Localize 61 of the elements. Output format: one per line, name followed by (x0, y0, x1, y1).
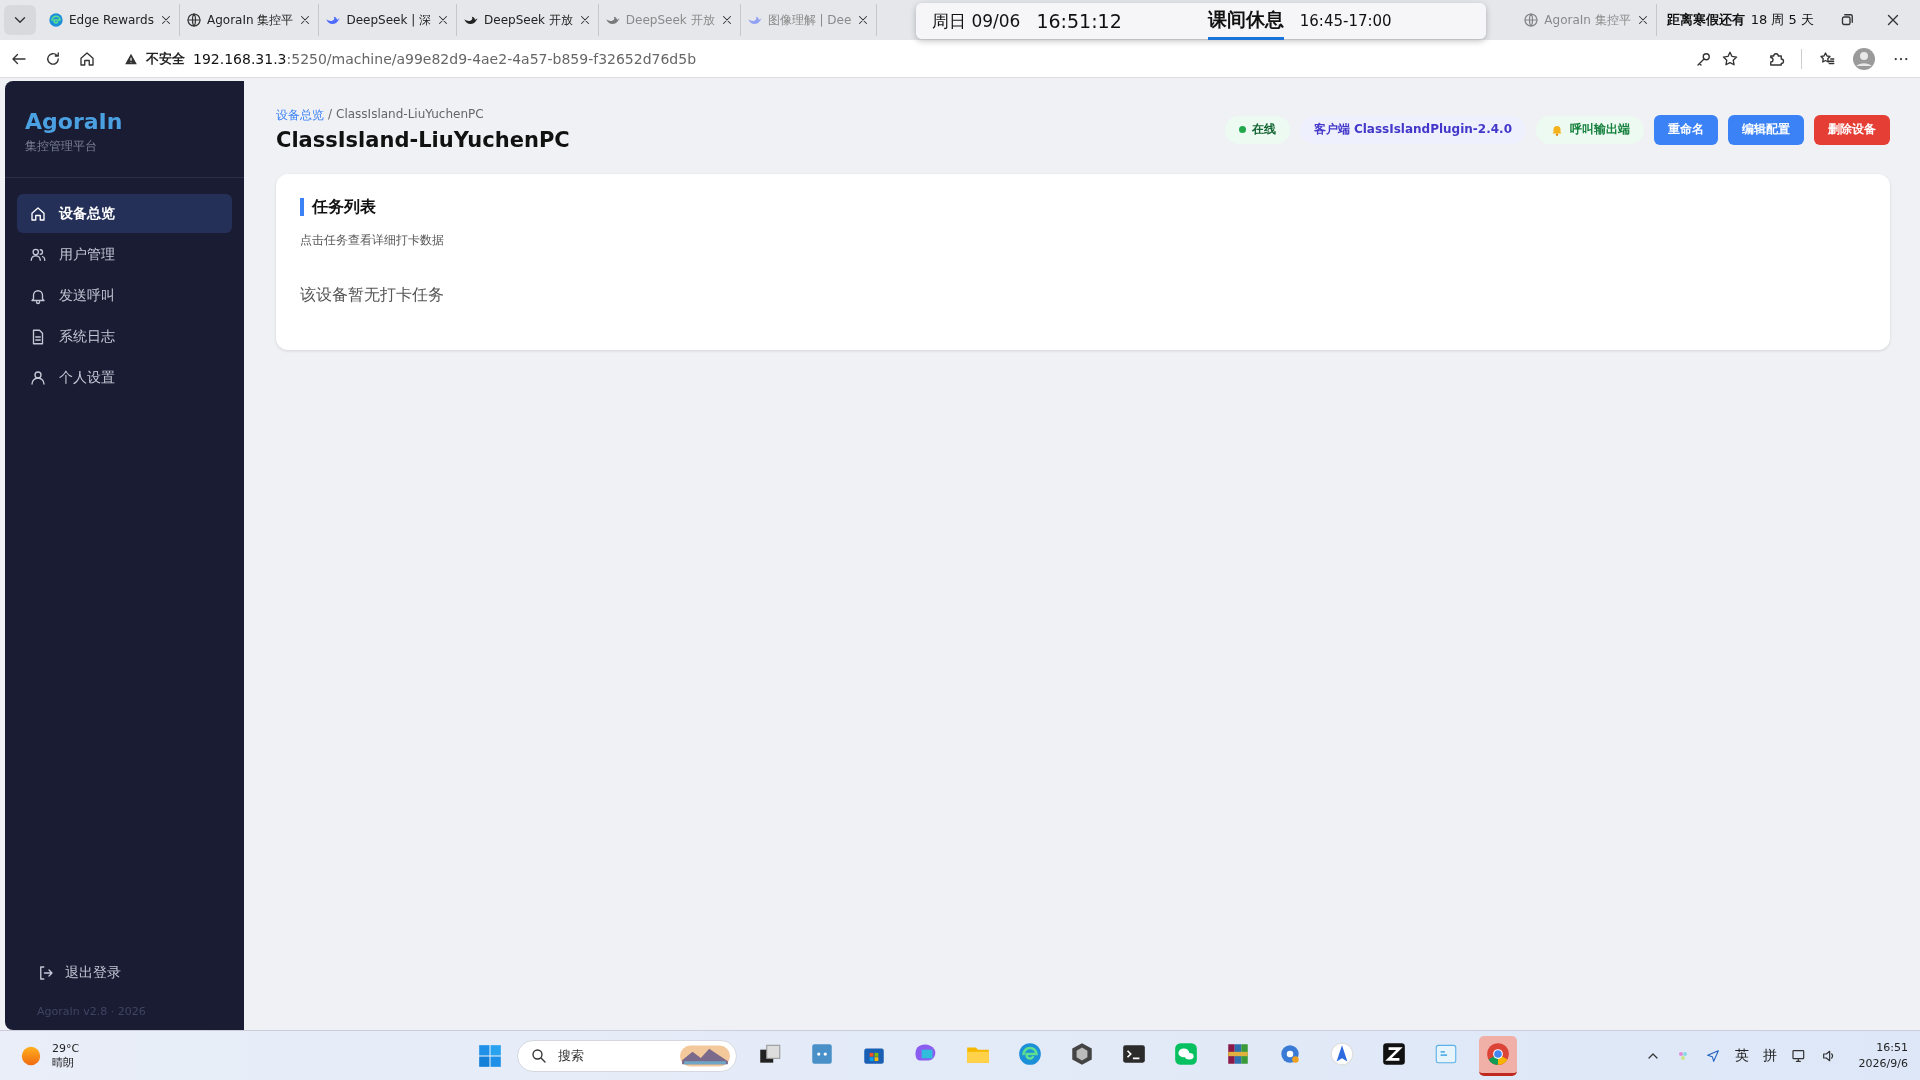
nav-item[interactable]: 用户管理 (17, 235, 232, 274)
location-arrow-icon[interactable] (1704, 1047, 1721, 1064)
browser-tab[interactable]: DeepSeek | 深 (319, 4, 458, 36)
status-badge: 在线 (1224, 115, 1290, 144)
countdown-value: 18 周 5 天 (1750, 11, 1814, 29)
globe-icon (1523, 12, 1540, 28)
nav-item[interactable]: 设备总览 (17, 194, 232, 233)
windows-start-icon[interactable] (477, 1042, 504, 1069)
edit-config-button[interactable]: 编辑配置 (1728, 114, 1804, 145)
page-title: ClassIsland-LiuYuchenPC (276, 128, 570, 152)
security-label: 不安全 (146, 49, 185, 68)
nav-item[interactable]: 个人设置 (17, 358, 232, 397)
empty-message: 该设备暂无打卡任务 (300, 285, 445, 306)
globe-icon (185, 12, 202, 28)
clock-time: 16:51 (1875, 1039, 1908, 1056)
tab-list-button[interactable] (4, 5, 36, 35)
tab-title: DeepSeek | 深 (346, 11, 432, 29)
refresh-icon[interactable] (44, 49, 62, 68)
browser-tab[interactable]: DeepSeek 开放 (457, 4, 599, 36)
delete-device-button[interactable]: 删除设备 (1814, 114, 1890, 145)
avatar-icon[interactable] (1852, 46, 1876, 71)
tab-title: AgoraIn 集控平 (1544, 11, 1631, 29)
browser-tab[interactable]: AgoraIn 集控平 (179, 4, 320, 36)
clock-time: 16:51:12 (1036, 10, 1122, 32)
tab-title: Edge Rewards (69, 13, 154, 27)
client-badge: 客户端 ClassIslandPlugin-2.4.0 (1299, 115, 1526, 144)
period-time: 16:45-17:00 (1299, 12, 1392, 30)
logout-icon (37, 964, 55, 982)
section-hint: 点击任务查看详细打卡数据 (300, 232, 445, 249)
clock[interactable]: 16:51 2026/9/6 (1858, 1039, 1908, 1072)
nav-item[interactable]: 系统日志 (17, 317, 232, 356)
weather-widget[interactable]: 29°C 晴朗 (20, 1041, 320, 1070)
brand-subtitle: 集控管理平台 (25, 138, 98, 155)
logout-button[interactable]: 退出登录 (5, 955, 244, 991)
browser-tab[interactable]: Edge Rewards (42, 4, 180, 36)
search-field[interactable]: 搜索 (517, 1039, 738, 1072)
weather-text: 晴朗 (52, 1054, 75, 1070)
countdown-label: 距离寒假还有 (1666, 11, 1745, 29)
tab-title: AgoraIn 集控平 (206, 11, 294, 29)
letter-z-icon (1381, 1041, 1408, 1067)
person-icon (29, 368, 47, 387)
sun-icon (20, 1044, 42, 1067)
breadcrumb-current: ClassIsland-LiuYuchenPC (336, 107, 484, 123)
clock-date: 2026/9/6 (1858, 1055, 1908, 1072)
input-method-indicator[interactable]: 英 (1734, 1046, 1749, 1065)
section-title: 任务列表 (300, 198, 1866, 216)
url-text: 192.168.31.3:5250/machine/a99e82d9-4ae2-4a57-b859-f32652d76d5b (193, 50, 697, 67)
date-text: 周日 09/06 (932, 9, 1021, 33)
breadcrumb-separator: / (328, 107, 333, 123)
tab-title: DeepSeek 开放 (625, 11, 715, 29)
nav-item[interactable]: 发送呼叫 (17, 276, 232, 315)
compass-icon (1329, 1041, 1356, 1067)
star-icon[interactable] (1721, 49, 1739, 68)
temperature-text: 29°C (52, 1041, 80, 1055)
call-output-badge: 呼叫输出端 (1536, 115, 1644, 144)
rename-button[interactable]: 重命名 (1654, 114, 1718, 145)
input-method-indicator[interactable]: 拼 (1762, 1046, 1777, 1065)
tab-title: DeepSeek 开放 (484, 11, 573, 29)
brand-name: AgoraIn (25, 109, 124, 134)
chat-bubbles-icon (1173, 1041, 1200, 1067)
tab-title: 图像理解 | Dee (767, 11, 852, 29)
